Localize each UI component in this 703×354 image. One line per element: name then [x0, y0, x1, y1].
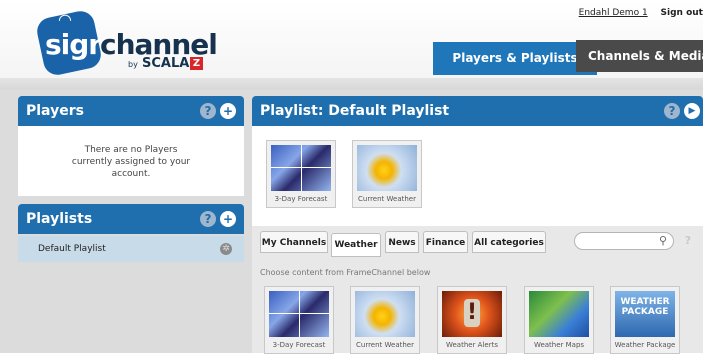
content-help-icon[interactable]: ?	[680, 233, 696, 249]
content-item-weather-maps[interactable]: Weather Maps	[524, 286, 594, 354]
playlist-panel-header: Playlist: Default Playlist ? ▶	[252, 96, 703, 126]
playlists-panel-title: Playlists	[26, 211, 93, 227]
tab-players-playlists[interactable]: Players & Playlists	[433, 42, 597, 75]
content-item-label: Weather Maps	[533, 341, 585, 349]
content-item-weather-package[interactable]: WEATHER PACKAGE Weather Package	[610, 286, 680, 354]
content-item-label: Weather Package	[614, 341, 676, 349]
playlist-item-label: 3-Day Forecast	[274, 195, 328, 203]
players-empty-line2: currently assigned to your	[71, 157, 191, 167]
tab-all-categories[interactable]: All categories	[472, 231, 546, 253]
weather-maps-thumbnail	[529, 291, 589, 337]
top-header: Endahl Demo 1 Sign out ◠ sign channel by…	[0, 0, 703, 90]
playlists-panel-header: Playlists ? +	[18, 204, 244, 234]
weather-package-thumbnail: WEATHER PACKAGE	[615, 291, 675, 337]
players-help-icon[interactable]: ?	[200, 103, 216, 119]
package-image-text-1: WEATHER	[620, 297, 670, 307]
tab-weather[interactable]: Weather	[331, 233, 381, 257]
weather-alerts-thumbnail: !	[442, 291, 502, 337]
play-icon[interactable]: ▶	[684, 103, 700, 119]
players-panel-header: Players ? +	[18, 96, 244, 126]
playlist-items-area: 3-Day Forecast Current Weather	[252, 126, 703, 226]
playlist-help-icon[interactable]: ?	[664, 103, 680, 119]
playlist-item-forecast[interactable]: 3-Day Forecast	[266, 140, 336, 208]
tab-news[interactable]: News	[385, 231, 419, 253]
header-divider	[0, 78, 703, 90]
sign-out-link[interactable]: Sign out	[661, 8, 703, 18]
forecast-thumbnail	[271, 145, 331, 191]
gear-icon[interactable]: ✲	[220, 243, 232, 255]
scala-mark-icon: Z	[190, 57, 203, 70]
signchannel-logo[interactable]: ◠ sign channel by SCALA Z	[34, 8, 218, 78]
add-player-icon[interactable]: +	[220, 103, 236, 119]
current-weather-thumbnail	[355, 291, 415, 337]
logo-scala-text: SCALA	[142, 56, 190, 71]
search-input[interactable]: ⚲	[574, 232, 674, 250]
players-empty-line3: account.	[111, 169, 151, 179]
alert-icon: !	[464, 299, 480, 327]
playlist-item-default[interactable]: Default Playlist ✲	[18, 236, 244, 262]
search-icon[interactable]: ⚲	[659, 234, 667, 247]
content-item-label: Weather Alerts	[445, 341, 498, 349]
playlist-item-label: Default Playlist	[38, 244, 106, 254]
logo-by-text: by	[128, 60, 138, 69]
broadcast-icon: ◠	[58, 10, 72, 29]
user-links: Endahl Demo 1 Sign out	[579, 8, 703, 18]
content-item-weather-alerts[interactable]: ! Weather Alerts	[437, 286, 507, 354]
content-item-current-weather[interactable]: Current Weather	[350, 286, 420, 354]
content-item-forecast[interactable]: 3-Day Forecast	[264, 286, 334, 354]
playlists-help-icon[interactable]: ?	[200, 211, 216, 227]
playlist-item-current-weather[interactable]: Current Weather	[352, 140, 422, 208]
players-empty-line1: There are no Players	[84, 145, 178, 155]
tab-channels-media[interactable]: Channels & Media	[576, 40, 703, 72]
players-empty-state: There are no Players currently assigned …	[18, 126, 244, 196]
tab-my-channels[interactable]: My Channels	[260, 231, 328, 253]
logo-sign-text: sign	[45, 28, 108, 61]
tab-finance[interactable]: Finance	[423, 231, 468, 253]
package-image-text-2: PACKAGE	[621, 307, 669, 317]
playlist-panel-title: Playlist: Default Playlist	[260, 103, 450, 119]
user-account-link[interactable]: Endahl Demo 1	[579, 8, 648, 18]
content-hint: Choose content from FrameChannel below	[260, 268, 431, 277]
add-playlist-icon[interactable]: +	[220, 211, 236, 227]
playlist-item-label: Current Weather	[358, 195, 416, 203]
content-item-label: Current Weather	[356, 341, 414, 349]
players-panel-title: Players	[26, 103, 84, 119]
forecast-thumbnail	[269, 291, 329, 337]
content-item-label: 3-Day Forecast	[272, 341, 326, 349]
current-weather-thumbnail	[357, 145, 417, 191]
